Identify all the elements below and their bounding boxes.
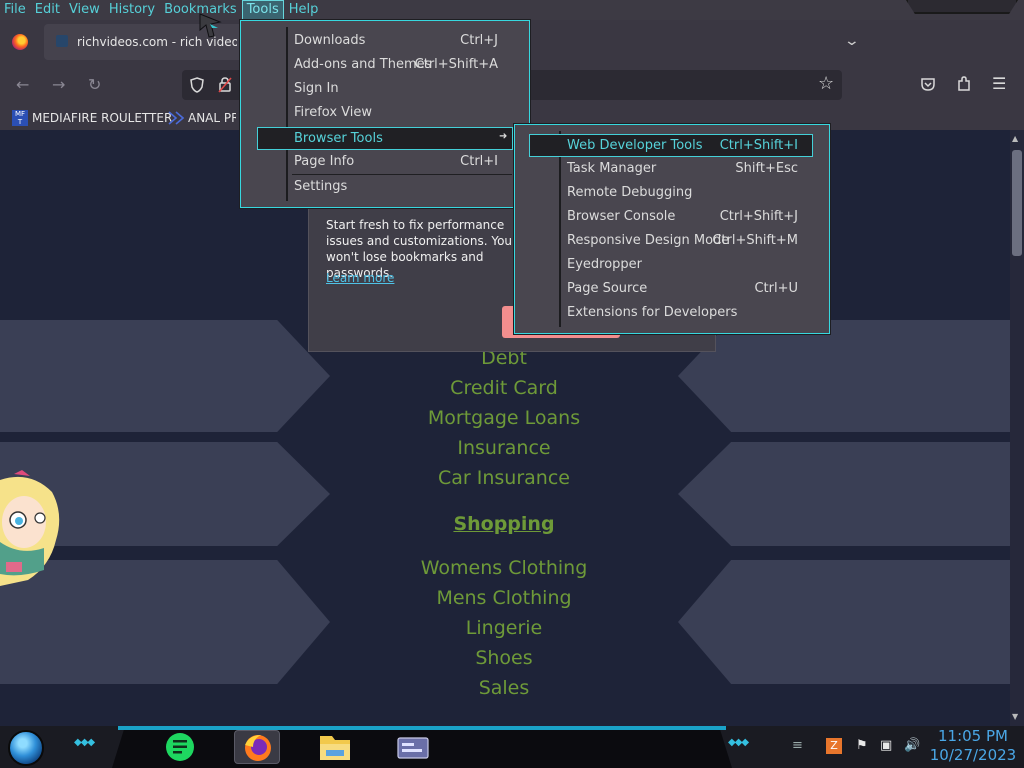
menu-tools[interactable]: Tools	[241, 0, 284, 20]
menu-item-label: Firefox View	[294, 105, 373, 120]
taskbar-decoration: ◆◆◆	[728, 737, 749, 748]
notes-app-icon[interactable]	[158, 730, 204, 764]
menu-item-label: Eyedropper	[567, 257, 643, 272]
link-lingerie[interactable]: Lingerie	[0, 617, 1008, 639]
mediafire-icon: MF T	[12, 110, 28, 126]
scroll-thumb[interactable]	[1012, 150, 1022, 256]
learn-more-link[interactable]: Learn more	[326, 271, 394, 285]
pocket-icon[interactable]	[920, 77, 936, 92]
menu-history[interactable]: History	[105, 0, 159, 20]
menu-item-addons-themes[interactable]: Add-ons and Themes Ctrl+Shift+A	[258, 53, 512, 77]
menu-item-label: Extensions for Developers	[567, 305, 738, 320]
link-car-insurance[interactable]: Car Insurance	[0, 467, 1008, 489]
menu-help[interactable]: Help	[285, 0, 323, 20]
window-controls[interactable]	[906, 0, 1018, 14]
menu-item-label: Task Manager	[567, 161, 657, 176]
bookmark-icon	[168, 111, 184, 125]
menu-edit[interactable]: Edit	[31, 0, 64, 20]
menu-item-label: Responsive Design Mode	[567, 233, 730, 248]
menu-item-shortcut: Ctrl+Shift+I	[719, 138, 798, 153]
forward-arrow-icon[interactable]: →	[52, 75, 65, 94]
reload-icon[interactable]: ↻	[88, 75, 101, 94]
submenu-item-remote-debugging[interactable]: Remote Debugging	[530, 181, 812, 205]
firefox-icon[interactable]	[234, 730, 280, 764]
bookmark-mediafire-roulette[interactable]: MEDIAFIRE ROULETTER	[32, 111, 172, 125]
menu-bar: File Edit View History Bookmarks Tools H…	[0, 0, 1024, 20]
menu-item-browser-tools[interactable]: Browser Tools	[257, 127, 513, 150]
menu-item-shortcut: Ctrl+J	[460, 33, 498, 48]
app-tray-icon[interactable]: Z	[826, 738, 842, 754]
firefox-view-icon[interactable]	[12, 34, 28, 50]
submenu-item-extensions-for-developers[interactable]: Extensions for Developers	[530, 301, 812, 325]
hamburger-menu-icon[interactable]: ☰	[992, 74, 1006, 93]
menu-item-label: Remote Debugging	[567, 185, 693, 200]
scroll-down-arrow-icon[interactable]: ▼	[1012, 712, 1018, 721]
submenu-item-web-developer-tools[interactable]: Web Developer Tools Ctrl+Shift+I	[529, 134, 813, 157]
menu-file[interactable]: File	[0, 0, 30, 20]
action-center-flag-icon[interactable]: ⚑	[856, 738, 868, 753]
menu-item-downloads[interactable]: Downloads Ctrl+J	[258, 29, 512, 53]
extensions-icon[interactable]	[956, 76, 972, 92]
menu-item-label: Downloads	[294, 33, 366, 48]
file-explorer-icon[interactable]	[312, 730, 358, 764]
menu-item-firefox-view[interactable]: Firefox View	[258, 101, 512, 125]
link-insurance[interactable]: Insurance	[0, 437, 1008, 459]
window-app-icon[interactable]	[390, 730, 436, 764]
menu-item-label: Page Source	[567, 281, 648, 296]
bookmark-star-icon[interactable]: ☆	[818, 73, 834, 94]
start-button[interactable]	[8, 730, 44, 766]
tab-favicon-icon	[56, 35, 68, 47]
menu-item-settings[interactable]: Settings	[258, 175, 512, 199]
show-hidden-icons-icon[interactable]: ≡	[792, 738, 803, 753]
volume-icon[interactable]: 🔊	[904, 738, 920, 753]
menu-item-label: Browser Tools	[294, 131, 383, 146]
menu-item-label: Browser Console	[567, 209, 676, 224]
menu-item-page-info[interactable]: Page Info Ctrl+I	[258, 150, 512, 174]
submenu-item-eyedropper[interactable]: Eyedropper	[530, 253, 812, 277]
section-heading-shopping[interactable]: Shopping	[0, 513, 1008, 535]
link-sales[interactable]: Sales	[0, 677, 1008, 699]
menu-item-label: Settings	[294, 179, 348, 194]
submenu-item-task-manager[interactable]: Task Manager Shift+Esc	[530, 157, 812, 181]
insecure-lock-icon[interactable]	[218, 76, 232, 93]
menu-item-shortcut: Ctrl+Shift+J	[719, 209, 798, 224]
menu-item-shortcut: Shift+Esc	[735, 161, 798, 176]
submenu-arrow-icon: ➜	[499, 131, 508, 142]
menu-item-sign-in[interactable]: Sign In	[258, 77, 512, 101]
link-credit-card[interactable]: Credit Card	[0, 377, 1008, 399]
menu-view[interactable]: View	[65, 0, 104, 20]
menu-item-shortcut: Ctrl+Shift+M	[712, 233, 798, 248]
mouse-cursor-icon	[199, 13, 222, 38]
link-womens-clothing[interactable]: Womens Clothing	[0, 557, 1008, 579]
menu-item-label: Web Developer Tools	[567, 138, 703, 153]
bookmark-anal-pro[interactable]: ANAL PRO	[188, 111, 236, 125]
link-mortgage-loans[interactable]: Mortgage Loans	[0, 407, 1008, 429]
menu-item-shortcut: Ctrl+U	[754, 281, 798, 296]
tracking-shield-icon[interactable]	[190, 77, 204, 93]
network-icon[interactable]: ▣	[880, 738, 892, 753]
link-mens-clothing[interactable]: Mens Clothing	[0, 587, 1008, 609]
scroll-up-arrow-icon[interactable]: ▲	[1012, 134, 1018, 143]
back-arrow-icon[interactable]: ←	[16, 75, 29, 94]
submenu-item-page-source[interactable]: Page Source Ctrl+U	[530, 277, 812, 301]
menu-item-label: Page Info	[294, 154, 355, 169]
cartoon-mascot-image	[0, 470, 60, 586]
submenu-item-responsive-design-mode[interactable]: Responsive Design Mode Ctrl+Shift+M	[530, 229, 812, 253]
menu-item-shortcut: Ctrl+I	[460, 154, 498, 169]
menu-item-label: Sign In	[294, 81, 339, 96]
clock-time[interactable]: 11:05 PM	[932, 727, 1014, 745]
menu-item-label: Add-ons and Themes	[294, 57, 432, 72]
submenu-item-browser-console[interactable]: Browser Console Ctrl+Shift+J	[530, 205, 812, 229]
tab-list-chevron-icon[interactable]: ⌄	[844, 33, 860, 49]
clock-date[interactable]: 10/27/2023	[928, 746, 1018, 764]
taskbar-decoration: ◆◆◆	[74, 737, 95, 748]
menu-item-shortcut: Ctrl+Shift+A	[414, 57, 498, 72]
link-shoes[interactable]: Shoes	[0, 647, 1008, 669]
